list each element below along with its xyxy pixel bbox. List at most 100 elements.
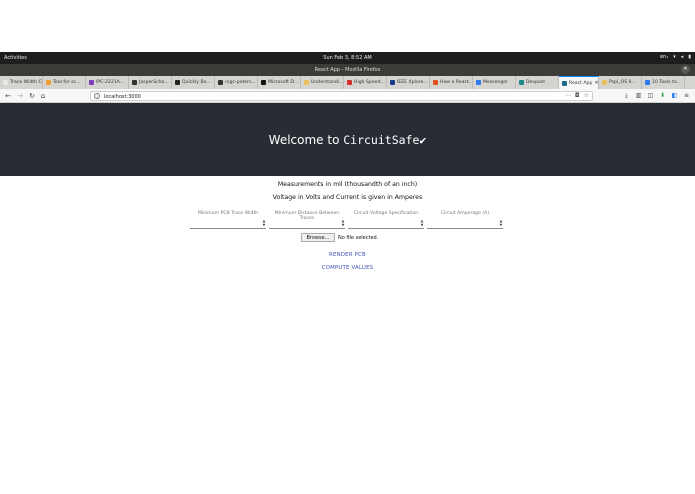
favicon-icon — [218, 80, 223, 85]
browser-tab[interactable]: Pspi_OS II... — [599, 76, 642, 89]
browser-tab[interactable]: 10 Tools to... — [642, 76, 685, 89]
render-pcb-label[interactable]: RENDER PCB — [329, 252, 366, 258]
favicon-icon — [602, 80, 607, 85]
window-title: React App - Mozilla Firefox — [314, 67, 381, 73]
wifi-icon: ▾ — [673, 54, 676, 60]
sidebar-icon[interactable]: ◫ — [646, 91, 655, 101]
number-spinner-icon[interactable]: ▲ ▼ — [262, 219, 266, 227]
number-spinner-icon[interactable]: ▲ ▼ — [499, 219, 503, 227]
favicon-icon — [519, 80, 524, 85]
home-icon[interactable]: ⌂ — [38, 91, 48, 101]
browser-tab[interactable]: Devpost — [516, 76, 559, 89]
browser-tab[interactable]: React App ✕ — [559, 76, 599, 89]
extension-icon[interactable]: ⬇ — [658, 91, 667, 101]
measurement-note: Measurements in mil (thousandth of an in… — [277, 181, 418, 188]
tab-label: rogc-peters... — [225, 80, 256, 85]
battery-icon: ▮ — [688, 54, 691, 60]
page-actions-icon[interactable]: ⋯ — [565, 92, 571, 99]
browser-tab[interactable]: Understandi... — [301, 76, 344, 89]
browser-tab[interactable]: rogc-peters... — [215, 76, 258, 89]
system-clock[interactable]: Sun Feb 3, 8:52 AM — [0, 55, 695, 61]
tab-label: Devpost — [526, 80, 546, 85]
tab-label: Messenger — [483, 80, 508, 85]
window-close-button[interactable]: ✕ — [681, 65, 690, 74]
tab-label: Tool for sc... — [53, 80, 81, 85]
field-label: Circuit Voltage Specification — [353, 211, 419, 216]
tab-label: React App — [569, 80, 593, 86]
number-spinner-icon[interactable]: ▲ ▼ — [420, 219, 424, 227]
volume-icon: ◂ — [680, 54, 684, 60]
browser-toolbar-icons: ⤓ ▥ ◫ ⬇ ◧ ≡ — [622, 91, 691, 101]
tab-label: IEEE Xplore... — [397, 80, 428, 85]
downloads-icon[interactable]: ⤓ — [622, 91, 631, 101]
pocket-icon[interactable]: ◘ — [575, 92, 580, 99]
file-status-text: No file selected. — [338, 235, 379, 241]
window-titlebar: React App - Mozilla Firefox ✕ — [0, 64, 695, 76]
tab-label: Microsoft D... — [268, 80, 299, 85]
favicon-icon — [476, 80, 481, 85]
forward-icon[interactable]: → — [15, 91, 25, 101]
browser-tab[interactable]: JasperScho... — [129, 76, 172, 89]
units-note: Voltage in Volts and Current is given in… — [272, 194, 423, 201]
tab-label: Understandi... — [311, 80, 344, 85]
url-bar[interactable]: i localhost:3000 ⋯ ◘ ☆ — [90, 91, 593, 101]
browser-tab[interactable]: How a React... — [430, 76, 473, 89]
favicon-icon — [46, 80, 51, 85]
favicon-icon — [3, 80, 8, 85]
tab-label: 10 Tools to... — [652, 80, 681, 85]
browser-tab[interactable]: High Speed... — [344, 76, 387, 89]
locale-indicator[interactable]: en₁ — [660, 54, 668, 60]
browser-tab[interactable]: Messenger — [473, 76, 516, 89]
favicon-icon — [433, 80, 438, 85]
menu-icon[interactable]: ≡ — [682, 91, 691, 101]
tab-label: IPC-2221A... — [96, 80, 125, 85]
amperage-field[interactable]: Circuit Amperage (A) ▲ ▼ — [427, 211, 503, 229]
page-title: Welcome to CircuitSafe✔ — [0, 133, 695, 147]
favicon-icon — [347, 80, 352, 85]
system-tray[interactable]: en₁ ▾ ◂ ▮ — [660, 54, 691, 60]
title-prefix: Welcome to — [268, 133, 344, 147]
browser-tab[interactable]: Tool for sc... — [43, 76, 86, 89]
favicon-icon — [175, 80, 180, 85]
favicon-icon — [562, 80, 567, 86]
browser-tab[interactable]: IEEE Xplore... — [387, 76, 430, 89]
compute-values-button[interactable]: COMPUTE VALUES — [0, 265, 695, 271]
tab-label: Trace Width C... — [10, 80, 43, 85]
file-browse-button[interactable]: Browse... — [301, 233, 335, 242]
field-label: Minimum Distance Between Traces — [274, 211, 340, 221]
bookmark-star-icon[interactable]: ☆ — [584, 92, 589, 99]
app-header: Welcome to CircuitSafe✔ — [0, 103, 695, 176]
min-trace-distance-field[interactable]: Minimum Distance Between Traces ▲ ▼ — [269, 211, 345, 229]
site-info-icon[interactable]: i — [94, 93, 100, 99]
browser-tab-strip: Trace Width C... Tool for sc... IPC-2221A.… — [0, 76, 695, 89]
field-label: Circuit Amperage (A) — [440, 211, 490, 216]
extension-icon-2[interactable]: ◧ — [670, 91, 679, 101]
favicon-icon — [645, 80, 650, 85]
min-trace-width-field[interactable]: Minimum PCB Trace Width ▲ ▼ — [190, 211, 266, 229]
reload-icon[interactable]: ↻ — [27, 91, 37, 101]
tab-label: Quickly Bo... — [182, 80, 211, 85]
tab-label: How a React... — [440, 80, 473, 85]
render-pcb-button[interactable]: RENDER PCB — [0, 252, 695, 258]
favicon-icon — [132, 80, 137, 85]
system-top-bar: Activities Sun Feb 3, 8:52 AM en₁ ▾ ◂ ▮ — [0, 52, 695, 64]
library-icon[interactable]: ▥ — [634, 91, 643, 101]
url-text[interactable]: localhost:3000 — [104, 94, 141, 100]
favicon-icon — [261, 80, 266, 85]
tab-label: Pspi_OS II... — [609, 80, 636, 85]
brand-name: CircuitSafe✔ — [343, 133, 427, 147]
browser-tab[interactable]: Quickly Bo... — [172, 76, 215, 89]
browser-tab[interactable]: IPC-2221A... — [86, 76, 129, 89]
favicon-icon — [89, 80, 94, 85]
tab-label: High Speed... — [354, 80, 385, 85]
back-icon[interactable]: ← — [3, 91, 13, 101]
tab-label: JasperScho... — [139, 80, 169, 85]
browser-tab[interactable]: Trace Width C... — [0, 76, 43, 89]
field-label: Minimum PCB Trace Width — [197, 211, 259, 216]
compute-values-label[interactable]: COMPUTE VALUES — [322, 265, 374, 271]
favicon-icon — [304, 80, 309, 85]
screen-top-margin — [0, 0, 695, 52]
browser-tab[interactable]: Microsoft D... — [258, 76, 301, 89]
voltage-field[interactable]: Circuit Voltage Specification ▲ ▼ — [348, 211, 424, 229]
number-spinner-icon[interactable]: ▲ ▼ — [341, 219, 345, 227]
